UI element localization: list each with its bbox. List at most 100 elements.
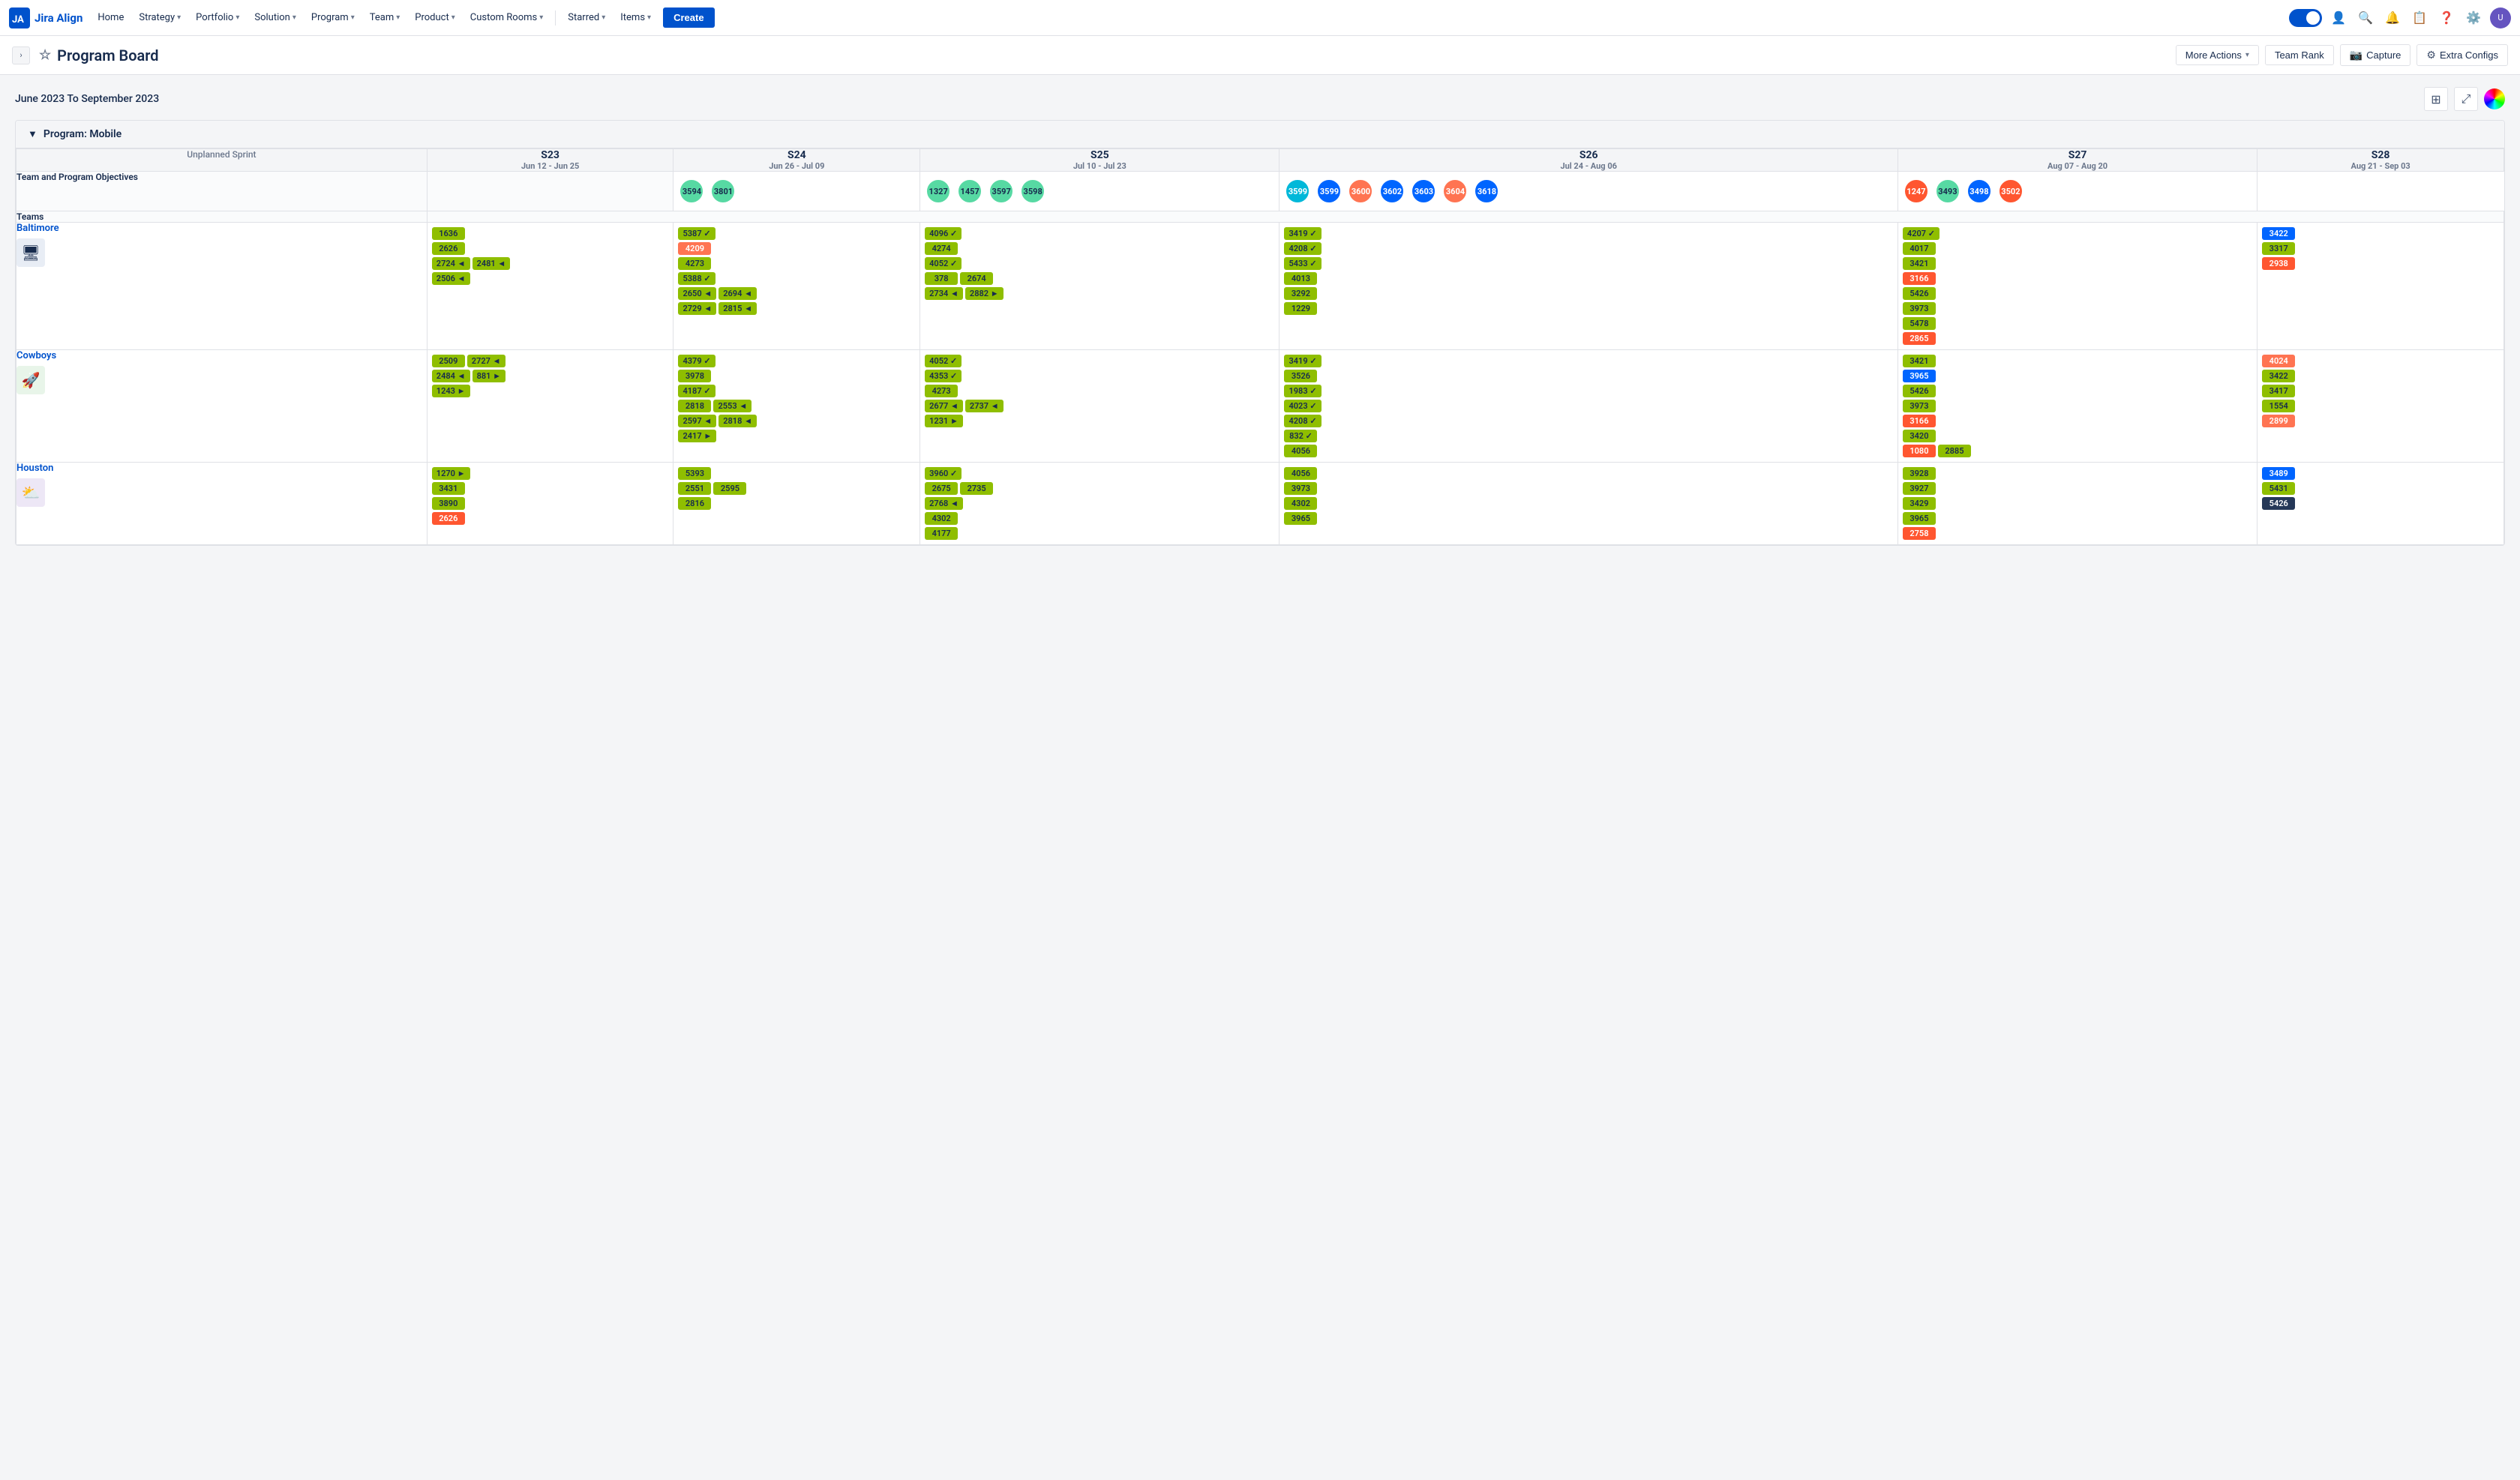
card-3978[interactable]: 3978 [678, 370, 711, 382]
card-3317[interactable]: 3317 [2262, 242, 2295, 255]
card-5393[interactable]: 5393 [678, 467, 711, 480]
card-3292[interactable]: 3292 [1284, 287, 1317, 300]
card-2758[interactable]: 2758 [1903, 527, 1936, 540]
card-3526[interactable]: 3526 [1284, 370, 1317, 382]
app-logo[interactable]: JA Jira Align [9, 7, 82, 28]
card-2595[interactable]: 2595 [713, 482, 746, 495]
team-name-cowboys[interactable]: Cowboys [16, 350, 427, 361]
card-2865[interactable]: 2865 [1903, 332, 1936, 345]
card-5426-bal-s27[interactable]: 5426 [1903, 287, 1936, 300]
objective-badge-3498[interactable]: 3498 [1966, 178, 1993, 205]
card-4187[interactable]: 4187 ✓ [678, 385, 715, 397]
card-3421-bal-s27[interactable]: 3421 [1903, 257, 1936, 270]
card-1243[interactable]: 1243 ► [432, 385, 470, 397]
notifications-icon[interactable]: 🔔 [2382, 7, 2403, 28]
card-2816[interactable]: 2816 [678, 497, 711, 510]
card-4209[interactable]: 4209 [678, 242, 711, 255]
objective-badge-3594[interactable]: 3594 [678, 178, 705, 205]
card-2417[interactable]: 2417 ► [678, 430, 716, 442]
card-4273[interactable]: 4273 [678, 257, 711, 270]
objective-badge-3597[interactable]: 3597 [988, 178, 1015, 205]
more-actions-button[interactable]: More Actions ▾ [2176, 45, 2259, 65]
team-rank-button[interactable]: Team Rank [2265, 45, 2334, 65]
card-4052[interactable]: 4052 ✓ [925, 257, 962, 270]
objective-badge-3604[interactable]: 3604 [1442, 178, 1468, 205]
color-picker-icon[interactable] [2484, 88, 2505, 109]
card-2729[interactable]: 2729 ◄ [678, 302, 716, 315]
card-4353[interactable]: 4353 ✓ [925, 370, 962, 382]
card-2674[interactable]: 2674 [960, 272, 993, 285]
expand-icon[interactable]: ⤢ [2454, 87, 2478, 111]
card-1270[interactable]: 1270 ► [432, 467, 470, 480]
card-3417[interactable]: 3417 [2262, 385, 2295, 397]
nav-program[interactable]: Program ▾ [305, 9, 361, 26]
card-2481[interactable]: 2481 ◄ [472, 257, 511, 270]
card-2597[interactable]: 2597 ◄ [678, 415, 716, 427]
objective-badge-1327[interactable]: 1327 [925, 178, 952, 205]
card-3166-cow-s27[interactable]: 3166 [1903, 415, 1936, 427]
card-4379[interactable]: 4379 ✓ [678, 355, 715, 367]
card-881[interactable]: 881 ► [472, 370, 506, 382]
card-4056-cow-s26[interactable]: 4056 [1284, 445, 1317, 457]
card-3965-hou-s27[interactable]: 3965 [1903, 512, 1936, 525]
card-3890[interactable]: 3890 [432, 497, 465, 510]
card-2694[interactable]: 2694 ◄ [718, 287, 757, 300]
card-3965-hou-s26[interactable]: 3965 [1284, 512, 1317, 525]
nav-home[interactable]: Home [92, 9, 130, 26]
nav-strategy[interactable]: Strategy ▾ [133, 9, 187, 26]
create-button[interactable]: Create [663, 7, 714, 28]
card-1983[interactable]: 1983 ✓ [1284, 385, 1321, 397]
card-3489[interactable]: 3489 [2262, 467, 2295, 480]
card-3419-cow-s26[interactable]: 3419 ✓ [1284, 355, 1321, 367]
card-5387[interactable]: 5387 ✓ [678, 227, 715, 240]
card-5433[interactable]: 5433 ✓ [1284, 257, 1321, 270]
objective-badge-1457[interactable]: 1457 [956, 178, 983, 205]
card-2724[interactable]: 2724 ◄ [432, 257, 470, 270]
card-4023[interactable]: 4023 ✓ [1284, 400, 1321, 412]
nav-portfolio[interactable]: Portfolio ▾ [190, 9, 245, 26]
card-2626-hou[interactable]: 2626 [432, 512, 465, 525]
objective-badge-3801[interactable]: 3801 [710, 178, 736, 205]
card-4052-cow-s25[interactable]: 4052 ✓ [925, 355, 962, 367]
avatar[interactable]: U [2490, 7, 2511, 28]
card-4208-bal-s26[interactable]: 4208 ✓ [1284, 242, 1321, 255]
card-3422-cow-s28[interactable]: 3422 [2262, 370, 2295, 382]
card-2938[interactable]: 2938 [2262, 257, 2295, 270]
sidebar-collapse-button[interactable]: › [12, 46, 30, 64]
card-1080[interactable]: 1080 [1903, 445, 1936, 457]
objective-badge-3602[interactable]: 3602 [1378, 178, 1406, 205]
card-4017[interactable]: 4017 [1903, 242, 1936, 255]
card-3419-bal-s26[interactable]: 3419 ✓ [1284, 227, 1321, 240]
team-name-baltimore[interactable]: Baltimore [16, 223, 427, 234]
card-2815[interactable]: 2815 ◄ [718, 302, 757, 315]
card-4096[interactable]: 4096 ✓ [925, 227, 962, 240]
card-4013[interactable]: 4013 [1284, 272, 1317, 285]
objective-badge-3599b[interactable]: 3599 [1316, 178, 1342, 205]
card-3973-hou-s26[interactable]: 3973 [1284, 482, 1317, 495]
card-3960[interactable]: 3960 ✓ [925, 467, 962, 480]
objective-badge-3493[interactable]: 3493 [1934, 178, 1961, 205]
card-2677[interactable]: 2677 ◄ [925, 400, 963, 412]
card-3166-bal-s27[interactable]: 3166 [1903, 272, 1936, 285]
card-2509[interactable]: 2509 [432, 355, 465, 367]
card-3429[interactable]: 3429 [1903, 497, 1936, 510]
card-2727[interactable]: 2727 ◄ [467, 355, 506, 367]
theme-toggle[interactable] [2289, 9, 2322, 27]
card-1231[interactable]: 1231 ► [925, 415, 963, 427]
card-2737[interactable]: 2737 ◄ [965, 400, 1004, 412]
card-3965-cow-s27[interactable]: 3965 [1903, 370, 1936, 382]
objective-badge-3600[interactable]: 3600 [1347, 178, 1374, 205]
card-4302-hou-s25[interactable]: 4302 [925, 512, 958, 525]
card-2553[interactable]: 2553 ◄ [713, 400, 752, 412]
favorite-star-icon[interactable]: ☆ [39, 47, 51, 63]
card-2882[interactable]: 2882 ► [965, 287, 1004, 300]
card-2506[interactable]: 2506 ◄ [432, 272, 470, 285]
nav-product[interactable]: Product ▾ [409, 9, 460, 26]
objective-badge-1247[interactable]: 1247 [1903, 178, 1930, 205]
card-2650[interactable]: 2650 ◄ [678, 287, 716, 300]
card-3422-bal-s28[interactable]: 3422 [2262, 227, 2295, 240]
card-2675[interactable]: 2675 [925, 482, 958, 495]
card-4056-hou-s26[interactable]: 4056 [1284, 467, 1317, 480]
card-3431[interactable]: 3431 [432, 482, 465, 495]
capture-button[interactable]: 📷 Capture [2340, 44, 2411, 66]
